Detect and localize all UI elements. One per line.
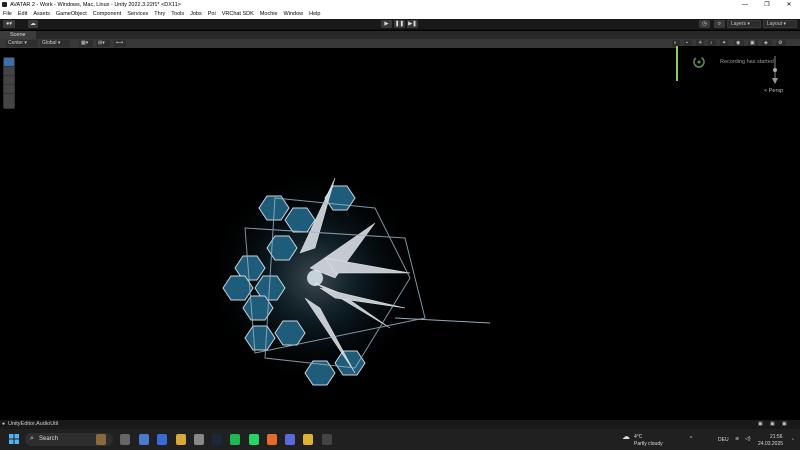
menu-window[interactable]: Window: [281, 10, 307, 17]
menu-help[interactable]: Help: [306, 10, 323, 17]
menu-gameobject[interactable]: GameObject: [53, 10, 90, 17]
snap-icon[interactable]: ⊞▾: [96, 40, 110, 47]
language-indicator[interactable]: DEU: [718, 437, 729, 443]
clock-time[interactable]: 21:56: [770, 434, 783, 440]
menu-file[interactable]: File: [0, 10, 15, 17]
tray-chevron-icon[interactable]: ^: [690, 436, 692, 442]
file-explorer-icon[interactable]: [176, 434, 186, 445]
info-icon: ●: [2, 421, 6, 427]
maximize-button[interactable]: ❐: [756, 0, 778, 10]
notification-bell-icon[interactable]: ◔: [791, 437, 794, 443]
title-bar: AVATAR 2 - Work - Windows, Mac, Linux - …: [0, 0, 800, 10]
rect-tool-icon[interactable]: [4, 94, 14, 102]
transform-tool-icon[interactable]: [4, 102, 14, 108]
firefox-icon[interactable]: [267, 434, 277, 445]
status-bar: ● UnityEditor.AudioUtil ▣ ▣ ▣: [0, 420, 800, 429]
space-label: Global: [42, 40, 57, 46]
menu-bar: File Edit Assets GameObject Component Service…: [0, 10, 800, 19]
move-tool-icon[interactable]: [4, 67, 14, 75]
status-icon-1[interactable]: ▣: [758, 421, 763, 427]
weather-temp[interactable]: 4°C: [634, 434, 642, 440]
edge-browser-icon[interactable]: [157, 434, 167, 445]
main-toolbar: ●▾ ☁ ▶ ❚❚ ▶❚ ◷ ⌕ Layers ▾ Layout ▾: [0, 19, 800, 30]
minimize-button[interactable]: —: [734, 0, 756, 10]
unity-hub-icon[interactable]: [194, 434, 204, 445]
wifi-icon[interactable]: ≋: [735, 436, 739, 442]
search-label: Search: [39, 436, 59, 442]
account-button[interactable]: ●▾: [3, 20, 15, 28]
menu-mochie[interactable]: Mochie: [257, 10, 281, 17]
status-icon-3[interactable]: ▣: [782, 421, 787, 427]
menu-thry[interactable]: Thry: [151, 10, 168, 17]
status-text: UnityEditor.AudioUtil: [8, 421, 59, 427]
layout-dropdown[interactable]: Layout ▾: [763, 20, 797, 28]
volume-icon[interactable]: ◁): [745, 436, 751, 442]
menu-jobs[interactable]: Jobs: [187, 10, 205, 17]
scene-viewport[interactable]: [0, 48, 800, 419]
search-icon: ⌕: [30, 435, 34, 442]
grid-snap-icon[interactable]: ▦▾: [79, 40, 93, 47]
clock-date[interactable]: 24.03.2025: [758, 441, 783, 447]
weather-icon: ☁: [622, 432, 630, 441]
vscode-icon[interactable]: [285, 434, 295, 445]
menu-vrchat-sdk[interactable]: VRChat SDK: [219, 10, 257, 17]
chat-app-icon[interactable]: [139, 434, 149, 445]
rotate-tool-icon[interactable]: [4, 76, 14, 84]
avatar-mesh-render: [205, 168, 491, 388]
tab-scene[interactable]: Scene: [0, 31, 36, 39]
windows-start-icon[interactable]: [9, 434, 19, 444]
recording-icon: [693, 56, 705, 68]
space-dropdown[interactable]: Global ▾: [40, 40, 70, 47]
layers-label: Layers: [731, 21, 747, 27]
layout-label: Layout: [767, 21, 783, 27]
play-button[interactable]: ▶: [381, 20, 392, 28]
menu-component[interactable]: Component: [90, 10, 124, 17]
step-button[interactable]: ▶❚: [407, 20, 418, 28]
menu-edit[interactable]: Edit: [15, 10, 30, 17]
unity-editor-icon[interactable]: [322, 434, 332, 445]
notification-accent-bar: [676, 46, 678, 81]
close-button[interactable]: ✕: [778, 0, 800, 10]
unity-logo-icon: [2, 2, 7, 7]
scene-tab-bar: Scene: [0, 31, 800, 39]
scene-orientation-gizmo[interactable]: [760, 52, 790, 86]
task-view-icon[interactable]: [120, 434, 130, 445]
scene-tools-panel: [3, 57, 15, 109]
menu-services[interactable]: Services: [124, 10, 151, 17]
window-title: AVATAR 2 - Work - Windows, Mac, Linux - …: [10, 2, 181, 8]
spotify-icon[interactable]: [230, 434, 240, 445]
status-icon-2[interactable]: ▣: [770, 421, 775, 427]
pivot-label: Center: [8, 40, 24, 46]
whatsapp-icon[interactable]: [249, 434, 259, 445]
menu-poi[interactable]: Poi: [205, 10, 219, 17]
scale-tool-icon[interactable]: [4, 85, 14, 93]
projection-label[interactable]: < Persp: [764, 88, 783, 94]
chrome-icon[interactable]: [303, 434, 313, 445]
increment-snap-icon[interactable]: ⟷: [114, 40, 126, 47]
pivot-dropdown[interactable]: Center ▾: [6, 40, 38, 47]
cloud-icon[interactable]: ☁: [28, 20, 38, 28]
view-tool-icon[interactable]: [4, 58, 14, 66]
history-icon[interactable]: ◷: [699, 20, 710, 28]
persp-text: Persp: [768, 88, 784, 94]
weather-desc[interactable]: Partly cloudy: [634, 441, 663, 447]
menu-tools[interactable]: Tools: [168, 10, 187, 17]
pause-button[interactable]: ❚❚: [394, 20, 405, 28]
search-highlight-icon: [96, 434, 106, 445]
steam-icon[interactable]: [212, 434, 222, 445]
search-icon[interactable]: ⌕: [714, 20, 725, 28]
layers-dropdown[interactable]: Layers ▾: [727, 20, 761, 28]
menu-assets[interactable]: Assets: [30, 10, 53, 17]
